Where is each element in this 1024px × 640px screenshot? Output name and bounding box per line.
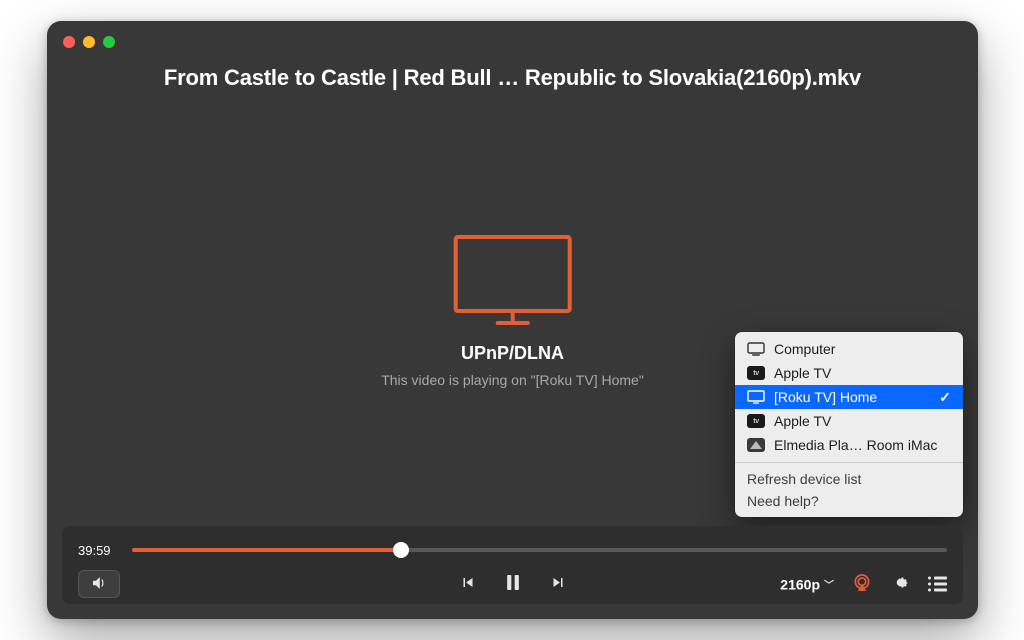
device-menu-label: Elmedia Pla… Room iMac — [774, 437, 937, 453]
quality-label: 2160p — [780, 576, 820, 592]
cast-button[interactable] — [852, 573, 872, 596]
elapsed-time-label: 39:59 — [78, 543, 120, 558]
progress-row: 39:59 — [78, 536, 947, 564]
computer-icon — [747, 342, 765, 356]
cast-device-menu: Computer tv Apple TV [Roku TV] Home ✓ tv… — [735, 332, 963, 517]
window-close-button[interactable] — [63, 36, 75, 48]
window-traffic-lights — [63, 36, 115, 48]
playlist-icon — [928, 577, 947, 592]
controls-row: 2160p ﹀ — [78, 564, 947, 604]
menu-divider — [735, 462, 963, 463]
refresh-device-list[interactable]: Refresh device list — [735, 468, 963, 490]
device-menu-label: Apple TV — [774, 365, 831, 381]
player-window: From Castle to Castle | Red Bull … Repub… — [47, 21, 978, 619]
device-menu-item[interactable]: tv Apple TV — [735, 409, 963, 433]
device-menu-label: Apple TV — [774, 413, 831, 429]
pause-button[interactable] — [503, 571, 523, 598]
menu-action-label: Need help? — [747, 493, 819, 509]
device-menu-item[interactable]: Elmedia Pla… Room iMac — [735, 433, 963, 457]
seek-bar[interactable] — [132, 540, 947, 560]
next-track-button[interactable] — [549, 574, 567, 595]
tv-icon — [452, 227, 572, 325]
cast-status-text: This video is playing on "[Roku TV] Home… — [381, 372, 644, 388]
menu-action-label: Refresh device list — [747, 471, 861, 487]
skip-previous-icon — [459, 574, 477, 595]
chevron-down-icon: ﹀ — [824, 577, 834, 592]
device-menu-item[interactable]: tv Apple TV — [735, 361, 963, 385]
previous-track-button[interactable] — [459, 574, 477, 595]
playback-controls-bar: 39:59 — [62, 526, 963, 604]
seek-fill — [132, 548, 401, 552]
checkmark-icon: ✓ — [939, 389, 951, 406]
device-menu-item[interactable]: Computer — [735, 337, 963, 361]
apple-tv-icon: tv — [747, 414, 765, 428]
gear-icon — [890, 580, 910, 596]
device-menu-label: Computer — [774, 341, 835, 357]
seek-knob[interactable] — [393, 542, 409, 558]
window-fullscreen-button[interactable] — [103, 36, 115, 48]
elmedia-icon — [747, 438, 765, 452]
device-menu-label: [Roku TV] Home — [774, 389, 877, 405]
quality-selector[interactable]: 2160p ﹀ — [780, 576, 834, 592]
volume-button[interactable] — [78, 570, 120, 598]
airplay-icon — [852, 580, 872, 596]
apple-tv-icon: tv — [747, 366, 765, 380]
tv-icon — [747, 390, 765, 404]
device-menu-item-selected[interactable]: [Roku TV] Home ✓ — [735, 385, 963, 409]
cast-status-panel: UPnP/DLNA This video is playing on "[Rok… — [381, 227, 644, 388]
secondary-controls: 2160p ﹀ — [780, 573, 947, 596]
video-title: From Castle to Castle | Red Bull … Repub… — [47, 65, 978, 91]
playlist-button[interactable] — [928, 577, 947, 592]
settings-button[interactable] — [890, 573, 910, 596]
window-minimize-button[interactable] — [83, 36, 95, 48]
cast-protocol-label: UPnP/DLNA — [461, 343, 564, 364]
skip-next-icon — [549, 574, 567, 595]
pause-icon — [503, 571, 523, 598]
need-help-link[interactable]: Need help? — [735, 490, 963, 512]
transport-controls — [459, 571, 567, 598]
speaker-icon — [90, 574, 108, 595]
